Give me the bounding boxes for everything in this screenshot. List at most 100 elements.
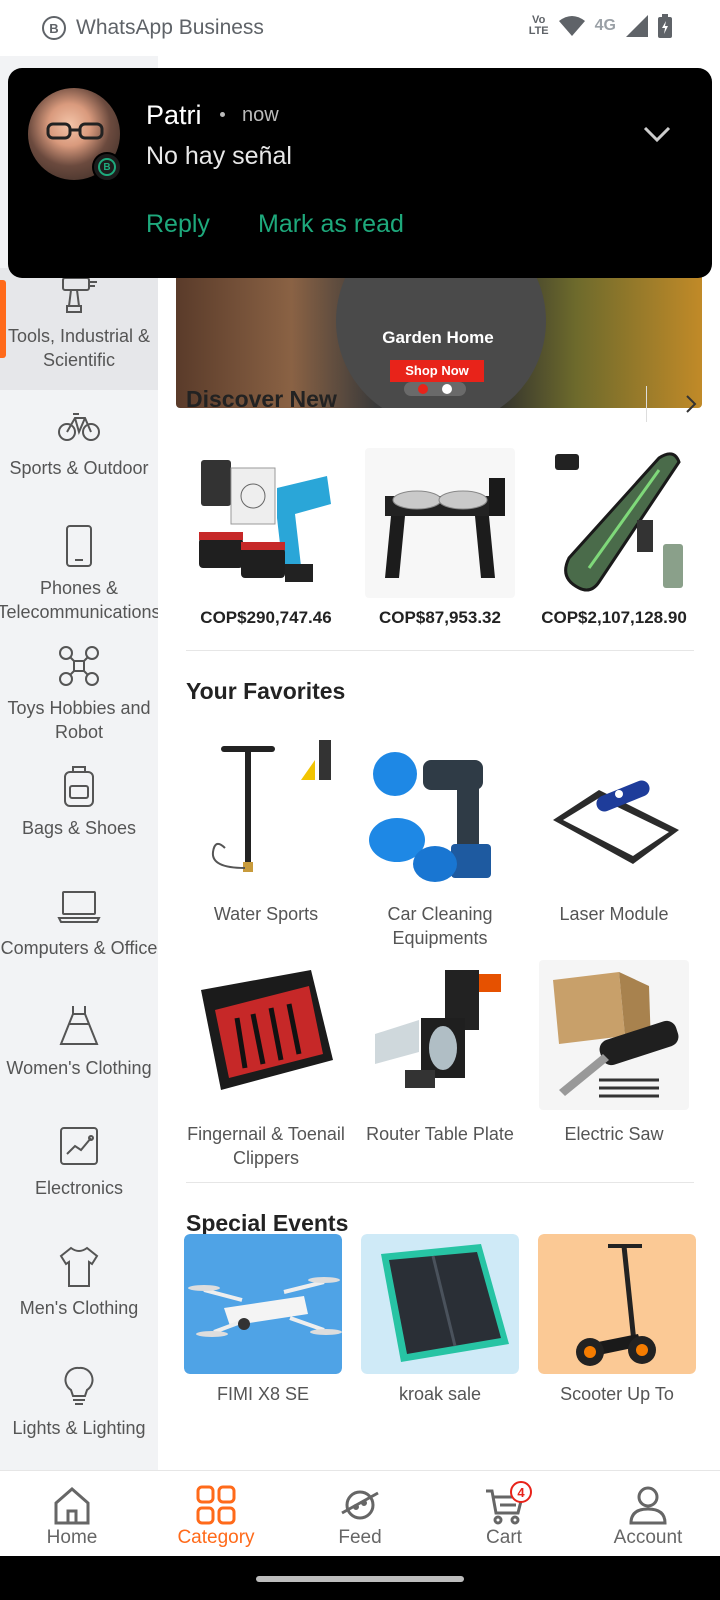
backpack-icon xyxy=(64,766,94,807)
network-type-label: 4G xyxy=(594,17,616,34)
your-favorites-title: Your Favorites xyxy=(186,678,346,704)
banner-headline: Garden Home xyxy=(382,328,494,347)
status-icons: Vo LTE 4G xyxy=(529,14,672,38)
special-events-title: Special Events xyxy=(186,1210,349,1236)
sidebar-item-label: Men's Clothing xyxy=(19,1298,139,1318)
product-price: COP$87,953.32 xyxy=(379,608,501,627)
home-icon xyxy=(54,1487,90,1525)
product-image-paddle-board xyxy=(539,448,689,598)
event-image-scooter xyxy=(538,1234,696,1374)
planet-icon xyxy=(341,1490,379,1520)
section-divider xyxy=(186,1182,694,1183)
chevron-right-icon xyxy=(686,395,697,413)
sidebar-item-bags[interactable]: Bags & Shoes xyxy=(0,764,158,882)
sidebar-item-phones[interactable]: Phones & Telecommunications xyxy=(0,524,158,642)
phone-icon xyxy=(66,525,92,567)
dress-icon xyxy=(59,1006,99,1045)
sidebar-item-label: Phones & Telecommunications xyxy=(0,578,158,622)
favorite-image-clippers xyxy=(191,960,341,1110)
nav-feed[interactable]: Feed xyxy=(288,1471,432,1556)
carousel-dot-active[interactable] xyxy=(418,384,428,394)
favorite-label: Water Sports xyxy=(213,904,319,924)
nav-label: Home xyxy=(46,1527,98,1548)
laptop-icon xyxy=(57,891,101,923)
nav-label: Feed xyxy=(338,1527,382,1548)
drone-icon xyxy=(59,646,99,686)
section-divider xyxy=(186,650,694,651)
home-gesture-pill[interactable] xyxy=(256,1576,464,1582)
favorite-item[interactable]: Router Table Plate xyxy=(360,960,520,1170)
favorite-item[interactable]: Fingernail & Toenail Clippers xyxy=(186,960,346,1170)
sidebar-item-label: Bags & Shoes xyxy=(21,818,137,838)
event-label: kroak sale xyxy=(398,1384,482,1404)
sidebar-item-computers[interactable]: Computers & Office xyxy=(0,884,158,1002)
status-bar: B WhatsApp Business Vo LTE 4G xyxy=(0,0,720,56)
event-card[interactable]: FIMI X8 SE xyxy=(184,1234,342,1405)
favorite-image-water-sports xyxy=(191,740,341,890)
product-card[interactable]: COP$87,953.32 xyxy=(360,448,520,628)
sidebar-item-toys[interactable]: Toys Hobbies and Robot xyxy=(0,644,158,762)
carousel-dot[interactable] xyxy=(442,384,452,394)
event-image-drone xyxy=(184,1234,342,1374)
product-price: COP$290,747.46 xyxy=(200,608,332,627)
favorites-row-2: Fingernail & Toenail Clippers Router Tab… xyxy=(186,960,694,1170)
event-card[interactable]: Scooter Up To xyxy=(538,1234,696,1405)
sidebar-item-tools[interactable]: Tools, Industrial & Scientific xyxy=(0,268,158,390)
favorite-item[interactable]: Water Sports xyxy=(186,740,346,950)
banner-shop-now-button[interactable]: Shop Now xyxy=(390,360,484,382)
sidebar-item-sports[interactable]: Sports & Outdoor xyxy=(0,404,158,522)
signal-icon xyxy=(626,15,648,37)
nav-home[interactable]: Home xyxy=(0,1471,144,1556)
carousel-dots[interactable] xyxy=(404,382,466,396)
favorite-label: Router Table Plate xyxy=(366,1124,514,1144)
sidebar-item-label: Women's Clothing xyxy=(6,1058,152,1078)
event-card[interactable]: kroak sale xyxy=(361,1234,519,1405)
avatar-glasses xyxy=(46,122,104,140)
battery-icon xyxy=(658,14,672,38)
product-image-pet-bowl-stand xyxy=(365,448,515,598)
status-app-name: WhatsApp Business xyxy=(76,16,264,39)
favorite-item[interactable]: Laser Module xyxy=(534,740,694,950)
nav-cart[interactable]: Cart 4 xyxy=(432,1471,576,1556)
favorite-item[interactable]: Electric Saw xyxy=(534,960,694,1170)
favorite-item[interactable]: Car Cleaning Equipments xyxy=(360,740,520,950)
product-card[interactable]: COP$2,107,128.90 xyxy=(534,448,694,628)
grid-icon xyxy=(196,1485,236,1525)
whatsapp-business-icon: B xyxy=(42,16,66,40)
product-image-saw-kit xyxy=(191,448,341,598)
nav-category[interactable]: Category xyxy=(144,1471,288,1556)
chevron-down-icon[interactable] xyxy=(642,124,672,144)
discover-new-title: Discover New xyxy=(186,386,337,412)
sidebar-item-label: Lights & Lighting xyxy=(12,1418,146,1438)
favorites-row-1: Water Sports Car Cleaning Equipments Las… xyxy=(186,740,694,950)
sidebar-item-label: Tools, Industrial & Scientific xyxy=(7,326,151,370)
favorite-image-laser-module xyxy=(539,740,689,890)
discover-more-button[interactable] xyxy=(646,386,702,422)
discover-products: COP$290,747.46 COP$87,953.32 COP$2,107,1… xyxy=(186,448,694,628)
favorite-label: Laser Module xyxy=(559,904,669,924)
heads-up-notification[interactable]: B Patri now No hay señal Reply Mark as r… xyxy=(8,68,712,278)
product-price: COP$2,107,128.90 xyxy=(541,608,687,627)
special-events-row: FIMI X8 SE kroak sale Scooter Up To xyxy=(184,1234,696,1405)
reply-button[interactable]: Reply xyxy=(146,210,210,239)
bulb-icon xyxy=(64,1366,94,1405)
sidebar-item-lights[interactable]: Lights & Lighting xyxy=(0,1364,158,1470)
favorite-image-car-cleaning xyxy=(365,740,515,890)
sidebar-item-mens-clothing[interactable]: Men's Clothing xyxy=(0,1244,158,1362)
favorite-label: Car Cleaning Equipments xyxy=(387,904,493,948)
mark-as-read-button[interactable]: Mark as read xyxy=(258,210,404,239)
nav-account[interactable]: Account xyxy=(576,1471,720,1556)
drill-icon xyxy=(62,277,97,313)
separator-dot xyxy=(220,112,225,117)
nav-label: Account xyxy=(613,1527,683,1548)
sidebar-item-label: Electronics xyxy=(34,1178,124,1198)
product-card[interactable]: COP$290,747.46 xyxy=(186,448,346,628)
sidebar-item-womens-clothing[interactable]: Women's Clothing xyxy=(0,1004,158,1122)
bottom-navigation: Home Category Feed Cart 4 Account xyxy=(0,1470,720,1556)
notification-sender: Patri xyxy=(146,100,202,130)
shirt-icon xyxy=(59,1246,99,1287)
status-app-indicator: B WhatsApp Business xyxy=(42,16,264,40)
volte-icon: Vo LTE xyxy=(528,14,549,37)
sidebar-item-label: Sports & Outdoor xyxy=(9,458,149,478)
sidebar-item-electronics[interactable]: Electronics xyxy=(0,1124,158,1242)
